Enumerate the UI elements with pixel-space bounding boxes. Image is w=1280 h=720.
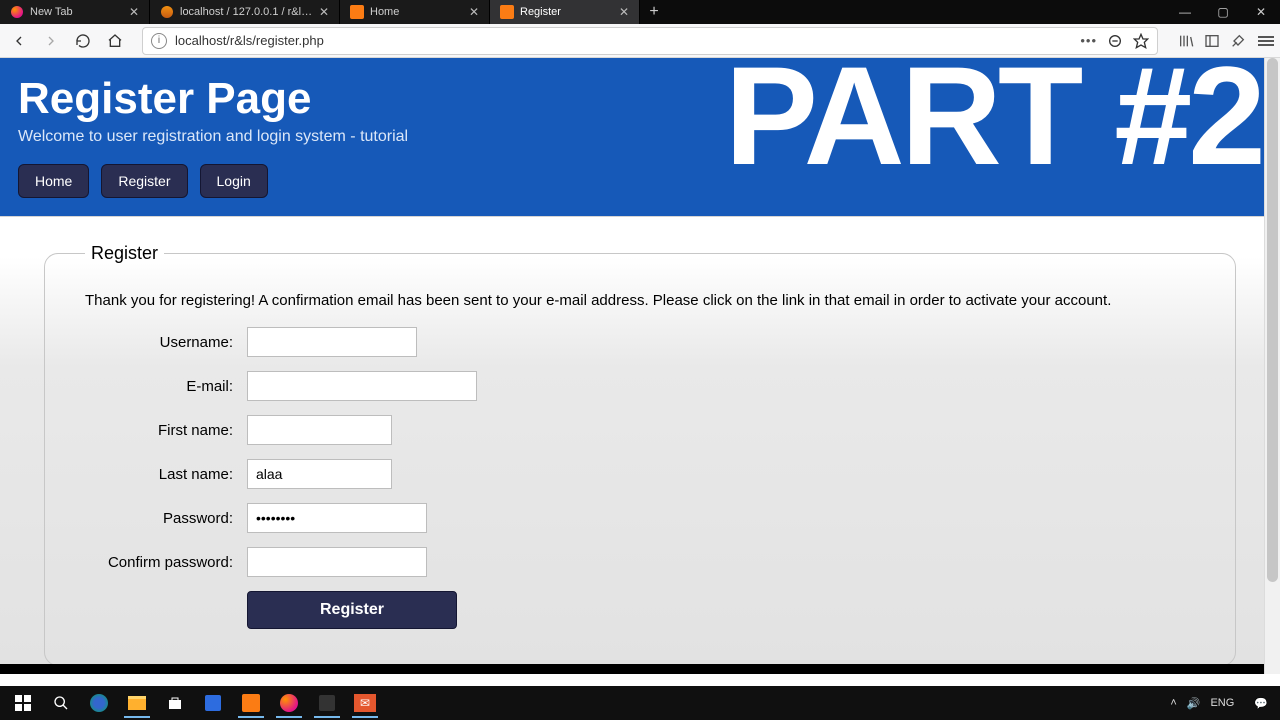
xampp-icon — [500, 5, 514, 19]
mail-icon[interactable]: ✉ — [346, 688, 384, 718]
register-fieldset: Register Thank you for registering! A co… — [44, 243, 1236, 666]
label-lastname: Last name: — [85, 466, 233, 483]
app-icon-1[interactable] — [194, 688, 232, 718]
nav-login[interactable]: Login — [200, 164, 268, 198]
system-tray: ˄ 🔊 ENG 💬 — [1170, 697, 1276, 710]
windows-taskbar: ✉ ˄ 🔊 ENG 💬 — [0, 686, 1280, 720]
browser-toolbar: i localhost/r&ls/register.php ••• — [0, 24, 1280, 58]
tab-phpmyadmin[interactable]: localhost / 127.0.0.1 / r&ls / us ✕ — [150, 0, 340, 24]
close-button[interactable]: ✕ — [1242, 0, 1280, 24]
new-tab-button[interactable]: + — [640, 0, 668, 24]
close-icon[interactable]: ✕ — [129, 5, 139, 19]
close-icon[interactable]: ✕ — [319, 5, 329, 19]
menu-button[interactable] — [1258, 36, 1274, 46]
page-viewport: Register Page Welcome to user registrati… — [0, 58, 1280, 674]
urlbar-actions: ••• — [1080, 33, 1149, 49]
firefox-taskbar-icon[interactable] — [270, 688, 308, 718]
nav-home[interactable]: Home — [18, 164, 89, 198]
address-bar[interactable]: i localhost/r&ls/register.php ••• — [142, 27, 1158, 55]
confirmation-text: Thank you for registering! A confirmatio… — [85, 292, 1195, 309]
page-header: Register Page Welcome to user registrati… — [0, 58, 1280, 216]
scrollbar-thumb[interactable] — [1267, 58, 1278, 582]
close-icon[interactable]: ✕ — [619, 5, 629, 19]
row-username: Username: — [85, 327, 1195, 357]
tab-label: Home — [370, 6, 463, 18]
tab-label: localhost / 127.0.0.1 / r&ls / us — [180, 6, 313, 18]
tray-chevron-icon[interactable]: ˄ — [1170, 697, 1176, 709]
reload-button[interactable] — [70, 28, 96, 54]
info-icon: i — [151, 33, 167, 49]
page-body: Register Thank you for registering! A co… — [0, 216, 1280, 674]
xampp-icon[interactable] — [232, 688, 270, 718]
confirm-password-field[interactable] — [247, 547, 427, 577]
tab-label: Register — [520, 6, 613, 18]
tab-home[interactable]: Home ✕ — [340, 0, 490, 24]
app-icon-2[interactable] — [308, 688, 346, 718]
row-email: E-mail: — [85, 371, 1195, 401]
username-field[interactable] — [247, 327, 417, 357]
library-icon[interactable] — [1178, 33, 1194, 49]
volume-icon[interactable]: 🔊 — [1187, 697, 1201, 710]
row-confirm: Confirm password: — [85, 547, 1195, 577]
home-button[interactable] — [102, 28, 128, 54]
row-lastname: Last name: — [85, 459, 1195, 489]
minimize-button[interactable]: — — [1166, 0, 1204, 24]
label-email: E-mail: — [85, 378, 233, 395]
phpmyadmin-icon — [160, 5, 174, 19]
tab-new[interactable]: New Tab ✕ — [0, 0, 150, 24]
url-text: localhost/r&ls/register.php — [175, 33, 324, 48]
nav-register[interactable]: Register — [101, 164, 187, 198]
xampp-icon — [350, 5, 364, 19]
tab-label: New Tab — [30, 6, 123, 18]
label-password: Password: — [85, 510, 233, 527]
reader-icon[interactable] — [1107, 33, 1123, 49]
label-confirm: Confirm password: — [85, 554, 233, 571]
tab-register[interactable]: Register ✕ — [490, 0, 640, 24]
firstname-field[interactable] — [247, 415, 392, 445]
search-icon[interactable] — [42, 688, 80, 718]
back-button[interactable] — [6, 28, 32, 54]
vertical-scrollbar[interactable] — [1264, 58, 1280, 674]
lastname-field[interactable] — [247, 459, 392, 489]
browser-titlebar: New Tab ✕ localhost / 127.0.0.1 / r&ls /… — [0, 0, 1280, 24]
sidebar-icon[interactable] — [1204, 33, 1220, 49]
label-firstname: First name: — [85, 422, 233, 439]
window-controls: — ▢ ✕ — [1166, 0, 1280, 24]
row-password: Password: — [85, 503, 1195, 533]
password-field[interactable] — [247, 503, 427, 533]
eyedropper-icon[interactable] — [1230, 33, 1246, 49]
star-icon[interactable] — [1133, 33, 1149, 49]
file-explorer-icon[interactable] — [118, 688, 156, 718]
forward-button[interactable] — [38, 28, 64, 54]
close-icon[interactable]: ✕ — [469, 5, 479, 19]
edge-icon[interactable] — [80, 688, 118, 718]
notifications-icon[interactable]: 💬 — [1254, 697, 1268, 710]
email-field[interactable] — [247, 371, 477, 401]
row-firstname: First name: — [85, 415, 1195, 445]
toolbar-right — [1178, 33, 1246, 49]
register-button[interactable]: Register — [247, 591, 457, 629]
language-indicator[interactable]: ENG — [1210, 697, 1234, 709]
overlay-text: PART #2 — [725, 58, 1262, 186]
label-username: Username: — [85, 334, 233, 351]
firefox-icon — [10, 5, 24, 19]
fieldset-legend: Register — [85, 243, 164, 264]
more-icon[interactable]: ••• — [1080, 33, 1097, 48]
page-footer-bar — [0, 664, 1264, 674]
start-button[interactable] — [4, 688, 42, 718]
browser-tabs: New Tab ✕ localhost / 127.0.0.1 / r&ls /… — [0, 0, 668, 24]
maximize-button[interactable]: ▢ — [1204, 0, 1242, 24]
store-icon[interactable] — [156, 688, 194, 718]
